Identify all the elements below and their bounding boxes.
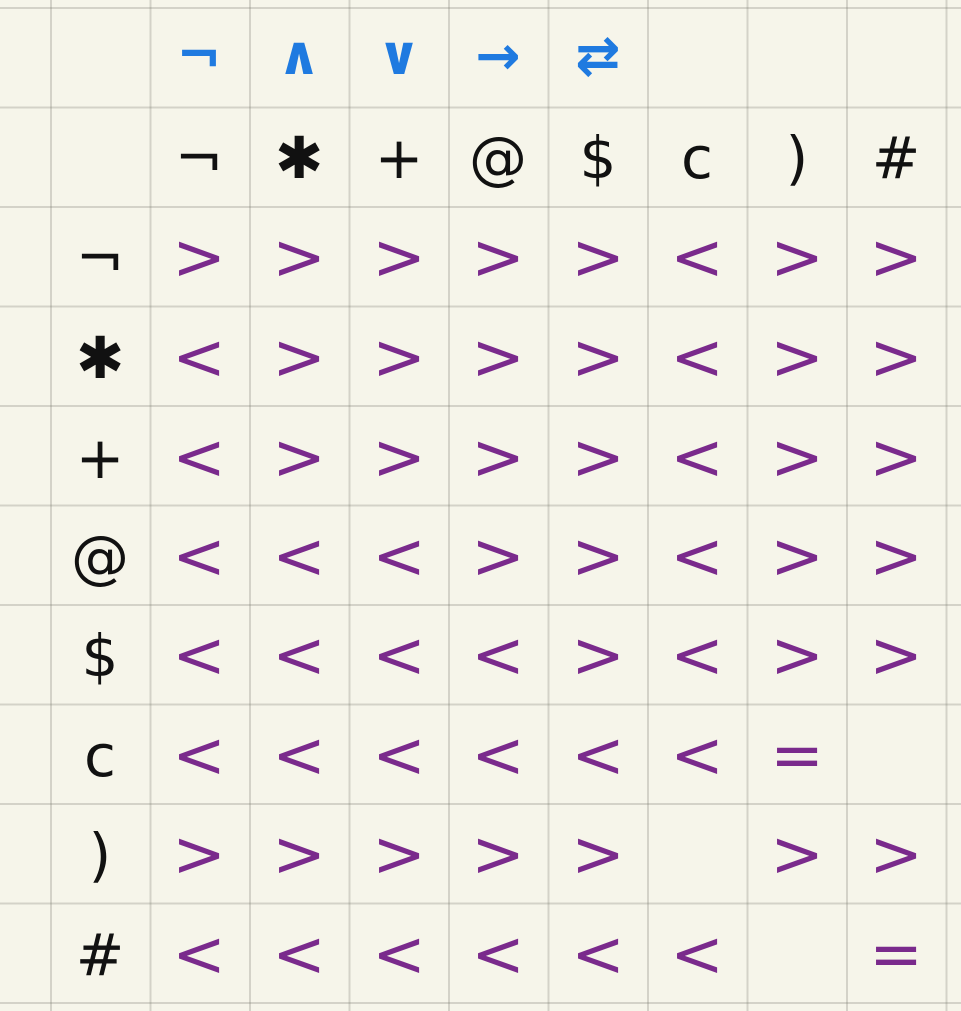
relation-cell: <	[172, 619, 226, 693]
column-header-symbol: ✱	[274, 124, 324, 192]
relation-cell: >	[869, 818, 923, 892]
relation-cell: <	[670, 221, 724, 295]
operator-header-cell: ⇄	[575, 24, 621, 87]
relation-cell: <	[172, 321, 226, 395]
relation-cell: >	[770, 221, 824, 295]
relation-cell: <	[172, 918, 226, 992]
column-header-symbol: $	[579, 124, 617, 192]
relation-cell: >	[172, 818, 226, 892]
column-header-symbol: ¬	[174, 124, 224, 192]
relation-cell: >	[372, 321, 426, 395]
operator-header-cell: ∧	[277, 24, 321, 87]
relation-cell: =	[869, 918, 923, 992]
relation-cell: >	[869, 619, 923, 693]
relation-cell: <	[372, 719, 426, 793]
row-header-symbol: ¬	[75, 224, 125, 292]
relation-cell: <	[571, 719, 625, 793]
relation-cell: >	[770, 520, 824, 594]
relation-cell: >	[272, 321, 326, 395]
relation-cell: <	[272, 719, 326, 793]
relation-cell: <	[471, 918, 525, 992]
relation-cell: >	[471, 818, 525, 892]
column-header-symbol: #	[871, 124, 921, 192]
row-header-symbol: )	[88, 821, 112, 889]
relation-cell: <	[571, 918, 625, 992]
relation-cell: >	[869, 520, 923, 594]
relation-cell: >	[869, 421, 923, 495]
column-header-symbol: +	[374, 124, 424, 192]
relation-cell: <	[272, 918, 326, 992]
relation-cell: >	[372, 421, 426, 495]
relation-cell: >	[571, 321, 625, 395]
relation-cell: >	[571, 619, 625, 693]
relation-cell: >	[770, 421, 824, 495]
relation-cell: >	[272, 221, 326, 295]
relation-cell: >	[571, 520, 625, 594]
relation-cell: >	[571, 818, 625, 892]
row-header-symbol: $	[81, 622, 119, 690]
relation-cell: >	[571, 221, 625, 295]
relation-cell: >	[770, 619, 824, 693]
relation-cell: >	[172, 221, 226, 295]
relation-cell: >	[471, 221, 525, 295]
relation-cell: >	[869, 221, 923, 295]
column-header-symbol: @	[469, 124, 527, 192]
relation-cell: <	[372, 918, 426, 992]
relation-cell: <	[172, 520, 226, 594]
relation-cell: >	[471, 321, 525, 395]
relation-cell: >	[571, 421, 625, 495]
relation-cell: >	[770, 818, 824, 892]
relation-cell: <	[471, 619, 525, 693]
relation-cell: <	[670, 619, 724, 693]
relation-cell: >	[869, 321, 923, 395]
relation-cell: >	[770, 321, 824, 395]
relation-cell: <	[670, 421, 724, 495]
row-header-symbol: c	[84, 722, 116, 790]
operator-header-cell: ∨	[377, 24, 421, 87]
column-header-symbol: )	[785, 124, 809, 192]
relation-cell: >	[471, 520, 525, 594]
row-header-symbol: #	[75, 921, 125, 989]
operator-header-cell: ¬	[176, 24, 222, 87]
relation-cell: >	[272, 421, 326, 495]
relation-cell: =	[770, 719, 824, 793]
relation-cell: >	[372, 221, 426, 295]
relation-cell: <	[670, 321, 724, 395]
relation-cell: <	[172, 719, 226, 793]
relation-cell: <	[670, 719, 724, 793]
relation-cell: <	[670, 520, 724, 594]
relation-cell: >	[272, 818, 326, 892]
relation-cell: <	[670, 918, 724, 992]
relation-cell: <	[372, 619, 426, 693]
relation-cell: <	[272, 619, 326, 693]
operator-header-cell: →	[475, 24, 521, 87]
relation-cell: <	[272, 520, 326, 594]
relation-cell: >	[372, 818, 426, 892]
row-header-symbol: ✱	[75, 324, 125, 392]
row-header-symbol: +	[75, 424, 125, 492]
column-header-symbol: c	[681, 124, 713, 192]
relation-cell: <	[172, 421, 226, 495]
row-header-symbol: @	[71, 523, 129, 591]
relation-cell: >	[471, 421, 525, 495]
relation-cell: <	[471, 719, 525, 793]
relation-cell: <	[372, 520, 426, 594]
